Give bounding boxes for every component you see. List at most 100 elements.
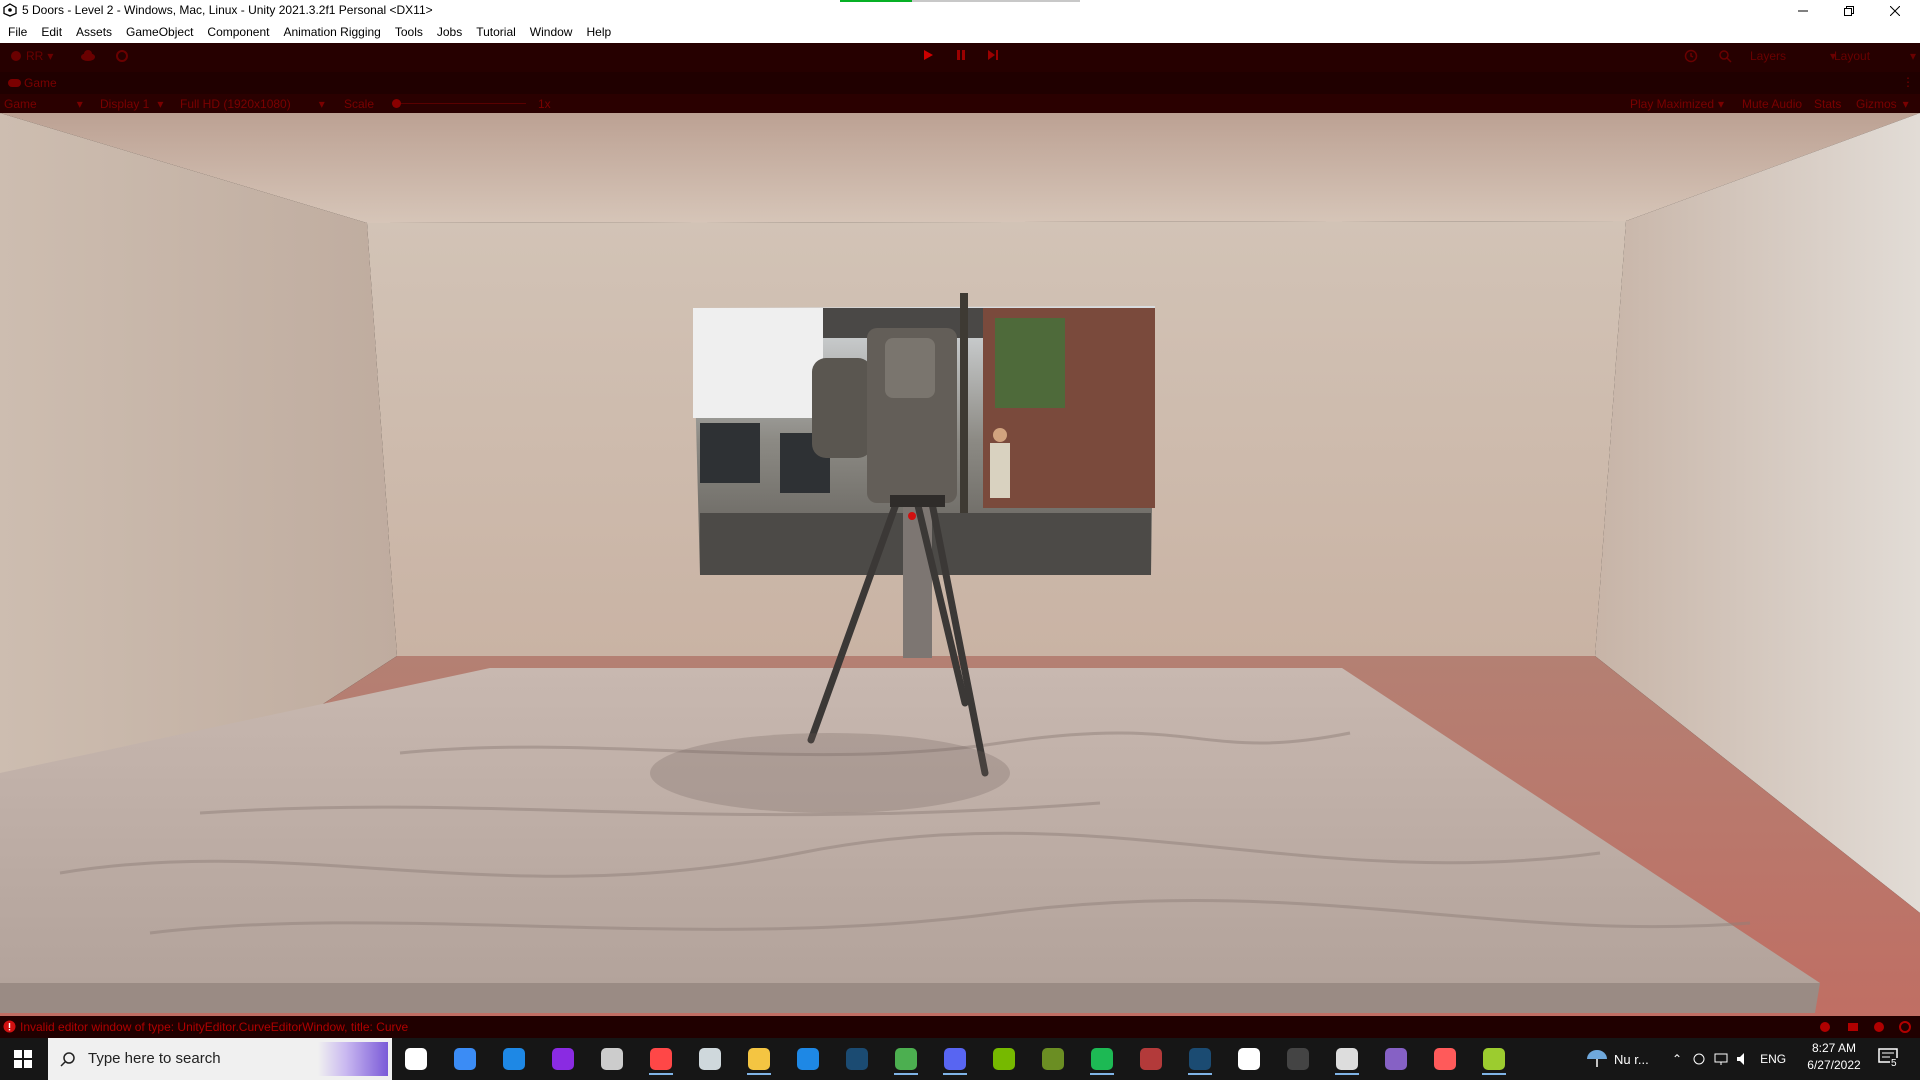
taskbar: Type here to search Nu r... ⌃ ENG 8:27 A… <box>0 1038 1920 1080</box>
chevron-down-icon: ▾ <box>1718 97 1725 111</box>
menu-file[interactable]: File <box>8 25 27 39</box>
explorer-icon <box>748 1048 770 1070</box>
layout-dropdown[interactable]: Layout ▾ <box>1834 49 1916 63</box>
menu-jobs[interactable]: Jobs <box>437 25 462 39</box>
window-title: 5 Doors - Level 2 - Windows, Mac, Linux … <box>22 3 433 17</box>
search-button[interactable] <box>1718 49 1732 63</box>
taskbar-app-steam[interactable] <box>839 1043 875 1075</box>
taskbar-app-notion[interactable] <box>1231 1043 1267 1075</box>
spotify-icon <box>1091 1048 1113 1070</box>
restore-button[interactable] <box>1826 0 1872 21</box>
collab-button[interactable] <box>115 49 129 63</box>
taskbar-app-cortana[interactable] <box>545 1043 581 1075</box>
menu-component[interactable]: Component <box>207 25 269 39</box>
notification-center[interactable]: 5 <box>1878 1048 1902 1070</box>
task-view-icon <box>405 1048 427 1070</box>
taskbar-app-mail[interactable] <box>790 1043 826 1075</box>
bug-icon[interactable] <box>1818 1020 1832 1034</box>
resolution-dropdown[interactable]: Full HD (1920x1080) ▾ <box>180 97 325 111</box>
search-icon <box>60 1052 75 1067</box>
chevron-down-icon: ▾ <box>1902 97 1909 111</box>
taskbar-app-spotify[interactable] <box>1084 1043 1120 1075</box>
taskbar-app-skyrim[interactable] <box>594 1043 630 1075</box>
more-options-icon[interactable]: ⋮ <box>1902 75 1914 89</box>
network-icon[interactable] <box>1846 1020 1860 1034</box>
stats-toggle[interactable]: Stats <box>1814 97 1841 111</box>
taskbar-search[interactable]: Type here to search <box>48 1038 392 1080</box>
volume-icon[interactable] <box>1736 1052 1750 1066</box>
taskbar-app-android[interactable] <box>1476 1043 1512 1075</box>
taskbar-app-chrome[interactable] <box>888 1043 924 1075</box>
lighting-icon[interactable] <box>1872 1020 1886 1034</box>
minimize-button[interactable] <box>1780 0 1826 21</box>
taskbar-app-visual-studio[interactable] <box>1378 1043 1414 1075</box>
taskbar-app-explorer[interactable] <box>741 1043 777 1075</box>
ea-icon <box>650 1048 672 1070</box>
search-icon <box>1719 50 1732 63</box>
play-maximized-toggle[interactable]: Play Maximized ▾ <box>1630 97 1724 111</box>
menu-window[interactable]: Window <box>530 25 573 39</box>
menu-assets[interactable]: Assets <box>76 25 112 39</box>
weather-widget[interactable]: Nu r... <box>1586 1038 1649 1080</box>
network-icon[interactable] <box>1714 1052 1728 1066</box>
gizmos-toggle[interactable]: Gizmos ▾ <box>1856 97 1909 111</box>
main-toolbar: RR ▾ Layers ▾ Layout ▾ <box>0 43 1920 72</box>
taskbar-app-ubisoft[interactable] <box>496 1043 532 1075</box>
scale-slider-handle[interactable] <box>392 99 401 108</box>
taskbar-app-steam-2[interactable] <box>1182 1043 1218 1075</box>
game-tab-row: Game ⋮ <box>0 72 1920 95</box>
taskbar-app-minecraft[interactable] <box>1035 1043 1071 1075</box>
taskbar-app-obs[interactable] <box>1280 1043 1316 1075</box>
taskbar-app-winrar[interactable] <box>1133 1043 1169 1075</box>
play-button[interactable] <box>922 49 934 61</box>
progress-icon[interactable] <box>1898 1020 1912 1034</box>
account-dropdown[interactable]: RR ▾ <box>10 49 53 63</box>
onedrive-icon[interactable] <box>1692 1052 1706 1066</box>
menu-animation-rigging[interactable]: Animation Rigging <box>283 25 380 39</box>
scale-slider[interactable] <box>392 99 526 108</box>
mute-audio-toggle[interactable]: Mute Audio <box>1742 97 1802 111</box>
menu-bar: File Edit Assets GameObject Component An… <box>0 21 1920 43</box>
taskbar-app-files[interactable] <box>692 1043 728 1075</box>
taskbar-app-todo[interactable] <box>447 1043 483 1075</box>
taskbar-app-nvidia[interactable] <box>986 1043 1022 1075</box>
menu-gameobject[interactable]: GameObject <box>126 25 193 39</box>
skyrim-icon <box>601 1048 623 1070</box>
account-icon <box>11 51 21 61</box>
tab-game[interactable]: Game <box>8 76 57 90</box>
taskbar-app-task-view[interactable] <box>398 1043 434 1075</box>
console-status-bar[interactable]: Invalid editor window of type: UnityEdit… <box>0 1016 1920 1038</box>
menu-help[interactable]: Help <box>586 25 611 39</box>
mode-dropdown[interactable]: Game ▾ <box>4 97 83 111</box>
cloud-button[interactable] <box>80 49 96 61</box>
display-dropdown[interactable]: Display 1 ▾ <box>100 97 163 111</box>
scale-value: 1x <box>538 97 551 111</box>
game-viewport[interactable] <box>0 113 1920 1026</box>
steam-icon <box>846 1048 868 1070</box>
chevron-up-icon[interactable]: ⌃ <box>1672 1052 1682 1066</box>
clock[interactable]: 8:27 AM 6/27/2022 <box>1800 1041 1868 1072</box>
layers-dropdown[interactable]: Layers ▾ <box>1750 49 1836 63</box>
start-button[interactable] <box>0 1038 46 1080</box>
close-button[interactable] <box>1872 0 1918 21</box>
menu-tutorial[interactable]: Tutorial <box>476 25 516 39</box>
todo-icon <box>454 1048 476 1070</box>
pause-button[interactable] <box>955 49 967 61</box>
taskbar-app-ea[interactable] <box>643 1043 679 1075</box>
menu-edit[interactable]: Edit <box>41 25 62 39</box>
language-indicator[interactable]: ENG <box>1760 1052 1786 1066</box>
unity-icon <box>3 3 17 17</box>
title-bar: 5 Doors - Level 2 - Windows, Mac, Linux … <box>0 0 1920 21</box>
taskbar-app-creative-cloud[interactable] <box>1427 1043 1463 1075</box>
step-button[interactable] <box>987 49 999 61</box>
taskbar-app-unity[interactable] <box>1329 1043 1365 1075</box>
pause-icon <box>957 50 965 60</box>
taskbar-app-discord[interactable] <box>937 1043 973 1075</box>
visual-studio-icon <box>1385 1048 1407 1070</box>
menu-tools[interactable]: Tools <box>395 25 423 39</box>
mail-icon <box>797 1048 819 1070</box>
restore-icon <box>1844 5 1854 16</box>
history-button[interactable] <box>1684 49 1698 63</box>
load-progress-fill <box>840 0 912 2</box>
nvidia-icon <box>993 1048 1015 1070</box>
